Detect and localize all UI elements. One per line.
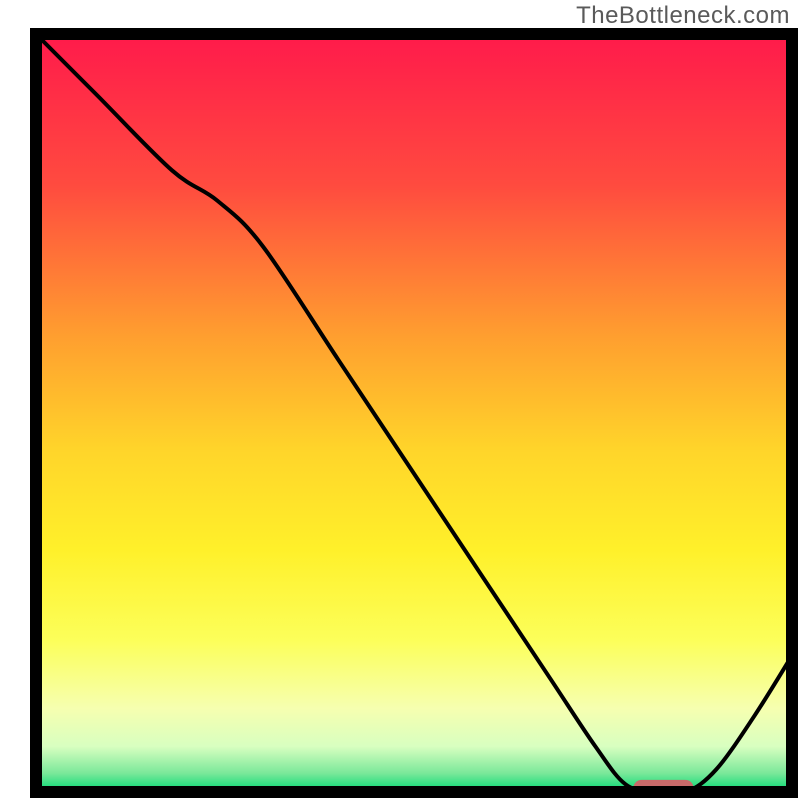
chart-container: TheBottleneck.com [0,0,800,800]
bottleneck-chart [0,0,800,800]
